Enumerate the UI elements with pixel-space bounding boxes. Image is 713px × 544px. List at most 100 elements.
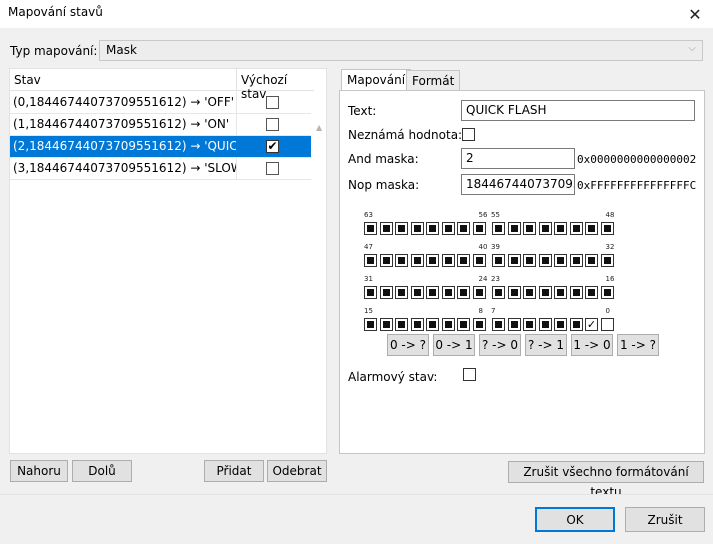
list-item[interactable]: (1,18446744073709551612) → 'ON' <box>10 114 311 136</box>
bit-op-button[interactable]: 1 -> ? <box>617 334 659 356</box>
close-icon[interactable]: ✕ <box>677 0 713 28</box>
bit-checkbox[interactable] <box>554 286 567 299</box>
bit-checkbox[interactable] <box>426 254 439 267</box>
move-up-button[interactable]: Nahoru <box>10 460 68 482</box>
bit-checkbox[interactable] <box>395 318 408 331</box>
bit-checkbox[interactable] <box>457 254 470 267</box>
bit-checkbox[interactable] <box>379 254 393 267</box>
alarm-state-checkbox[interactable] <box>463 368 476 381</box>
bit-checkbox[interactable] <box>538 254 552 267</box>
bit-checkbox[interactable] <box>395 254 408 267</box>
bit-checkbox[interactable] <box>569 318 583 331</box>
bit-checkbox[interactable] <box>441 222 455 235</box>
bit-checkbox[interactable] <box>410 222 424 235</box>
remove-button[interactable]: Odebrat <box>267 460 327 482</box>
bit-checkbox[interactable] <box>395 286 408 299</box>
bit-checkbox[interactable] <box>569 254 583 267</box>
bit-checkbox[interactable] <box>441 254 455 267</box>
bit-op-button[interactable]: ? -> 0 <box>479 334 521 356</box>
bit-checkbox[interactable] <box>507 286 521 299</box>
bit-checkbox[interactable] <box>426 286 439 299</box>
clear-formatting-button[interactable]: Zrušit všechno formátování textu <box>508 461 704 499</box>
bit-checkbox[interactable] <box>379 222 393 235</box>
bit-checkbox[interactable] <box>441 286 455 299</box>
tab-format[interactable]: Formát <box>406 70 461 91</box>
bit-checkbox[interactable] <box>492 318 505 331</box>
state-list[interactable]: Stav Výchozí stav (0,1844674407370955161… <box>9 68 327 478</box>
bit-checkbox[interactable] <box>585 286 598 299</box>
ok-button[interactable]: OK <box>535 507 615 532</box>
cancel-button[interactable]: Zrušit <box>625 507 705 532</box>
bit-checkbox[interactable] <box>472 318 486 331</box>
bit-checkbox[interactable] <box>600 222 614 235</box>
list-item[interactable]: (3,18446744073709551612) → 'SLOW FLASH' <box>10 158 311 180</box>
bit-checkbox[interactable] <box>441 318 455 331</box>
bit-checkbox[interactable] <box>554 222 567 235</box>
bit-checkbox[interactable] <box>364 286 377 299</box>
bit-op-button[interactable]: 1 -> 0 <box>571 334 613 356</box>
bit-checkbox[interactable] <box>507 222 521 235</box>
bit-op-button[interactable]: 0 -> 1 <box>433 334 475 356</box>
bit-checkbox[interactable] <box>523 254 536 267</box>
default-state-checkbox[interactable] <box>266 96 279 109</box>
and-mask-input[interactable]: 2 <box>461 148 575 169</box>
bit-checkbox[interactable] <box>426 222 439 235</box>
default-state-checkbox[interactable] <box>266 162 279 175</box>
bit-checkbox[interactable] <box>569 286 583 299</box>
typ-mapovani-select[interactable]: Mask ⌵ <box>99 40 703 61</box>
bit-checkbox[interactable] <box>426 318 439 331</box>
bit-checkbox[interactable] <box>523 318 536 331</box>
bit-checkbox[interactable] <box>472 286 486 299</box>
bit-index-label: 8 <box>478 307 483 315</box>
bit-checkbox[interactable] <box>538 286 552 299</box>
list-item[interactable]: (2,18446744073709551612) → 'QUICK FLASH'… <box>10 136 311 158</box>
bit-checkbox[interactable] <box>538 318 552 331</box>
bit-checkbox[interactable]: ✓ <box>585 318 598 331</box>
text-input[interactable]: QUICK FLASH <box>461 100 695 121</box>
bit-checkbox[interactable] <box>600 318 614 331</box>
bit-checkbox[interactable] <box>585 254 598 267</box>
bit-checkbox[interactable] <box>538 222 552 235</box>
bit-checkbox[interactable] <box>410 286 424 299</box>
scroll-up-icon[interactable]: ▲ <box>316 123 322 132</box>
bit-checkbox[interactable] <box>600 286 614 299</box>
bit-checkbox[interactable] <box>379 318 393 331</box>
bit-checkbox[interactable] <box>569 222 583 235</box>
bit-op-button[interactable]: ? -> 1 <box>525 334 567 356</box>
bit-checkbox[interactable] <box>457 318 470 331</box>
bit-checkbox[interactable] <box>492 254 505 267</box>
bit-checkbox[interactable] <box>507 254 521 267</box>
bit-checkbox[interactable] <box>395 222 408 235</box>
bit-checkbox[interactable] <box>364 254 377 267</box>
bit-checkbox[interactable] <box>554 318 567 331</box>
bit-checkbox[interactable] <box>585 222 598 235</box>
bit-checkbox[interactable] <box>472 254 486 267</box>
unknown-value-checkbox[interactable] <box>462 128 475 141</box>
bit-checkbox[interactable] <box>507 318 521 331</box>
move-down-button[interactable]: Dolů <box>72 460 132 482</box>
bit-op-button[interactable]: 0 -> ? <box>387 334 429 356</box>
tab-mapovani[interactable]: Mapování <box>341 69 412 91</box>
nop-mask-input[interactable]: 18446744073709551612 <box>461 174 575 195</box>
bit-checkbox[interactable] <box>523 286 536 299</box>
bit-index-label: 31 <box>364 275 373 283</box>
default-state-checkbox[interactable] <box>266 118 279 131</box>
bit-checkbox[interactable] <box>600 254 614 267</box>
default-state-checkbox[interactable]: ✔ <box>266 140 279 153</box>
cell-divider <box>236 92 237 113</box>
bit-checkbox[interactable] <box>523 222 536 235</box>
bit-checkbox[interactable] <box>554 254 567 267</box>
bit-checkbox[interactable] <box>410 318 424 331</box>
bit-checkbox[interactable] <box>492 286 505 299</box>
column-header-stav[interactable]: Stav <box>14 73 41 87</box>
bit-checkbox[interactable] <box>364 222 377 235</box>
bit-checkbox[interactable] <box>364 318 377 331</box>
bit-checkbox[interactable] <box>457 222 470 235</box>
add-button[interactable]: Přidat <box>204 460 264 482</box>
bit-checkbox[interactable] <box>472 222 486 235</box>
bit-checkbox[interactable] <box>379 286 393 299</box>
bit-checkbox[interactable] <box>457 286 470 299</box>
bit-checkbox[interactable] <box>492 222 505 235</box>
bit-checkbox[interactable] <box>410 254 424 267</box>
list-item[interactable]: (0,18446744073709551612) → 'OFF' <box>10 92 311 114</box>
